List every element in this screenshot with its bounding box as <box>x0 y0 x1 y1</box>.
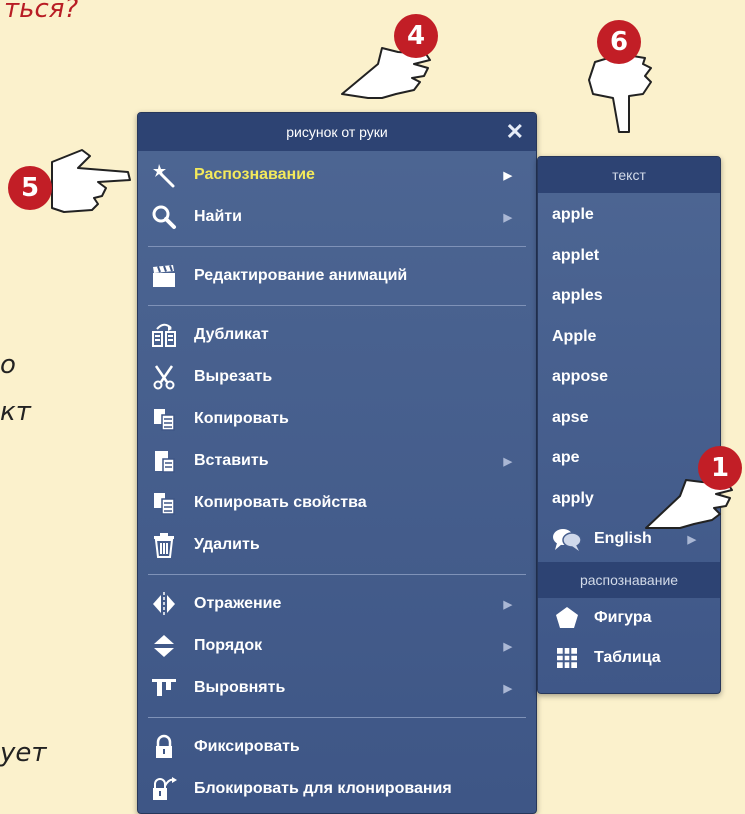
pointer-hand-4: 4 <box>338 14 448 100</box>
order-icon <box>150 632 178 660</box>
submenu-recognition-header: распознавание <box>538 561 720 598</box>
menu-item-label: Дубликат <box>194 326 269 343</box>
menu-item-cut[interactable]: Вырезать <box>138 356 536 398</box>
menu-item-lock-clone[interactable]: Блокировать для клонирования <box>138 768 536 810</box>
language-label: English <box>594 530 652 548</box>
lock-icon <box>150 733 178 761</box>
recognition-submenu: текст apple applet apples Apple appose a… <box>537 156 721 694</box>
menu-item-recognize[interactable]: Распознавание ▶ <box>138 154 536 196</box>
menu-item-label: Блокировать для клонирования <box>194 780 452 797</box>
clapperboard-icon <box>150 262 178 290</box>
submenu-text-header: текст <box>538 157 720 193</box>
copy-icon <box>150 405 178 433</box>
lock-clone-icon <box>150 775 178 803</box>
menu-item-label: Порядок <box>194 637 263 654</box>
menu-item-paste[interactable]: Вставить ▶ <box>138 440 536 482</box>
background-text-line: о <box>0 350 16 380</box>
recognize-shape[interactable]: Фигура <box>538 598 720 639</box>
menu-item-label: Удалить <box>194 536 260 553</box>
magnifier-icon <box>150 203 178 231</box>
menu-item-label: Отражение <box>194 595 282 612</box>
menu-item-delete[interactable]: Удалить <box>138 524 536 566</box>
background-text-line: кт <box>0 397 31 427</box>
menu-item-order[interactable]: Порядок ▶ <box>138 625 536 667</box>
menu-item-label: Копировать свойства <box>194 494 367 511</box>
context-menu-freehand: рисунок от руки ✕ Распознавание ▶ Найти … <box>137 112 537 814</box>
recognize-table[interactable]: Таблица <box>538 638 720 679</box>
marker-badge-1: 1 <box>698 446 742 490</box>
suggestion-word[interactable]: Apple <box>538 317 720 358</box>
submenu-arrow-icon: ▶ <box>687 533 696 546</box>
marker-badge-4: 4 <box>394 14 438 58</box>
menu-separator <box>148 717 526 718</box>
menu-separator <box>148 246 526 247</box>
menu-item-copy-properties[interactable]: Копировать свойства <box>138 482 536 524</box>
submenu-arrow-icon: ▶ <box>503 640 512 653</box>
table-label: Таблица <box>594 649 661 667</box>
menu-item-find[interactable]: Найти ▶ <box>138 196 536 238</box>
menu-header: рисунок от руки ✕ <box>138 113 536 151</box>
magic-wand-icon <box>150 161 178 189</box>
menu-title: рисунок от руки <box>286 124 388 140</box>
submenu-arrow-icon: ▶ <box>503 211 512 224</box>
pointer-hand-5: 5 <box>8 140 138 220</box>
menu-item-label: Вставить <box>194 452 269 469</box>
menu-item-label: Фиксировать <box>194 738 300 755</box>
background-text-line: ует <box>0 738 47 768</box>
submenu-arrow-icon: ▶ <box>503 682 512 695</box>
trash-icon <box>150 531 178 559</box>
menu-item-label: Выровнять <box>194 679 286 696</box>
duplicate-icon <box>150 321 178 349</box>
menu-item-copy[interactable]: Копировать <box>138 398 536 440</box>
scissors-icon <box>150 363 178 391</box>
menu-item-label: Копировать <box>194 410 289 427</box>
paste-icon <box>150 447 178 475</box>
submenu-arrow-icon: ▶ <box>503 598 512 611</box>
menu-item-label: Распознавание <box>194 166 315 183</box>
menu-separator <box>148 305 526 306</box>
submenu-arrow-icon: ▶ <box>503 455 512 468</box>
suggestion-word[interactable]: appose <box>538 357 720 398</box>
shape-label: Фигура <box>594 608 652 626</box>
submenu-arrow-icon: ▶ <box>503 169 512 182</box>
menu-item-align[interactable]: Выровнять ▶ <box>138 667 536 709</box>
menu-item-duplicate[interactable]: Дубликат <box>138 314 536 356</box>
marker-badge-5: 5 <box>8 166 52 210</box>
menu-item-edit-animations[interactable]: Редактирование анимаций <box>138 255 536 297</box>
marker-badge-6: 6 <box>597 20 641 64</box>
suggestion-word[interactable]: apples <box>538 276 720 317</box>
menu-item-flip[interactable]: Отражение ▶ <box>138 583 536 625</box>
close-icon[interactable]: ✕ <box>506 113 524 151</box>
menu-separator <box>148 574 526 575</box>
suggestion-word[interactable]: applet <box>538 236 720 277</box>
menu-item-label: Редактирование анимаций <box>194 267 408 284</box>
pointer-hand-1: 1 <box>640 440 745 530</box>
align-icon <box>150 674 178 702</box>
table-grid-icon <box>552 645 582 671</box>
menu-item-lock[interactable]: Фиксировать <box>138 726 536 768</box>
suggestion-word[interactable]: apple <box>538 195 720 236</box>
suggestion-word[interactable]: apse <box>538 398 720 439</box>
speech-bubbles-icon <box>552 526 582 552</box>
menu-item-label: Найти <box>194 208 242 225</box>
flip-icon <box>150 590 178 618</box>
background-heading-fragment: ться? <box>4 0 79 24</box>
pentagon-icon <box>552 605 582 631</box>
pointer-hand-6: 6 <box>585 20 665 136</box>
copy-properties-icon <box>150 489 178 517</box>
menu-item-label: Вырезать <box>194 368 273 385</box>
